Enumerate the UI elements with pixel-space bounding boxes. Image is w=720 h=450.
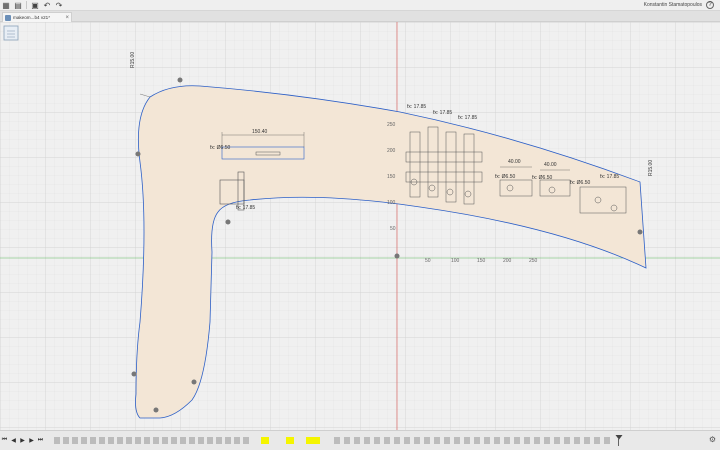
step-back-icon[interactable]: ◀: [9, 436, 18, 446]
length-dimension[interactable]: 40.00: [508, 159, 521, 165]
skip-start-icon[interactable]: ⏮: [0, 436, 9, 446]
step-forward-icon[interactable]: ▶: [27, 436, 36, 446]
x-tick: 200: [503, 258, 512, 264]
radius-dimension[interactable]: R15.00: [130, 52, 136, 68]
document-tab-label: makeom...b4 v21*: [13, 15, 51, 20]
timeline-bar: ⏮ ◀ ▶ ▶ ⏭ ⚙: [0, 430, 720, 450]
sketch-canvas[interactable]: 50 100 150 200 250 250 200 150 100 50 R1…: [0, 22, 720, 430]
diameter-dimension[interactable]: fx: Ø6.50: [570, 180, 590, 186]
length-dimension[interactable]: fx: 17.85: [433, 110, 452, 116]
y-tick: 150: [387, 174, 396, 180]
help-icon[interactable]: ?: [706, 1, 714, 9]
x-tick: 50: [425, 258, 431, 264]
y-tick: 50: [390, 226, 396, 232]
save-icon[interactable]: ▣: [29, 0, 41, 10]
play-icon[interactable]: ▶: [18, 436, 27, 446]
document-icon: [5, 14, 11, 21]
gear-icon[interactable]: ⚙: [709, 435, 716, 444]
y-tick: 100: [387, 200, 396, 206]
document-tab-bar: makeom...b4 v21* ×: [0, 11, 720, 22]
radius-dimension[interactable]: R15.00: [648, 160, 654, 176]
toolbar-divider: [26, 1, 27, 9]
skip-end-icon[interactable]: ⏭: [36, 436, 45, 446]
document-tab[interactable]: makeom...b4 v21* ×: [2, 12, 72, 22]
length-dimension[interactable]: fx: 17.85: [236, 205, 255, 211]
y-tick: 200: [387, 148, 396, 154]
close-icon[interactable]: ×: [65, 15, 69, 21]
diameter-dimension[interactable]: fx: Ø6.50: [210, 145, 230, 151]
y-tick: 250: [387, 122, 396, 128]
length-dimension[interactable]: fx: 17.85: [600, 174, 619, 180]
app-toolbar: ▦ ▤ ▣ ↶ ↷ Konstantin Stamatopoulos ?: [0, 0, 720, 11]
timeline-track[interactable]: [54, 435, 624, 446]
length-dimension[interactable]: fx: 17.85: [407, 104, 426, 110]
length-dimension[interactable]: fx: 17.85: [458, 115, 477, 121]
redo-icon[interactable]: ↷: [53, 0, 65, 10]
diameter-dimension[interactable]: fx: Ø6.50: [532, 175, 552, 181]
sketch-svg: [0, 22, 720, 430]
user-name[interactable]: Konstantin Stamatopoulos: [644, 2, 702, 8]
grid-icon[interactable]: ▦: [0, 0, 12, 10]
length-dimension[interactable]: 40.00: [544, 162, 557, 168]
x-tick: 100: [451, 258, 460, 264]
view-cube[interactable]: [0, 22, 22, 44]
x-tick: 250: [529, 258, 538, 264]
undo-icon[interactable]: ↶: [41, 0, 53, 10]
x-tick: 150: [477, 258, 486, 264]
length-dimension[interactable]: 150.40: [252, 129, 267, 135]
file-icon[interactable]: ▤: [12, 0, 24, 10]
diameter-dimension[interactable]: fx: Ø6.50: [495, 174, 515, 180]
